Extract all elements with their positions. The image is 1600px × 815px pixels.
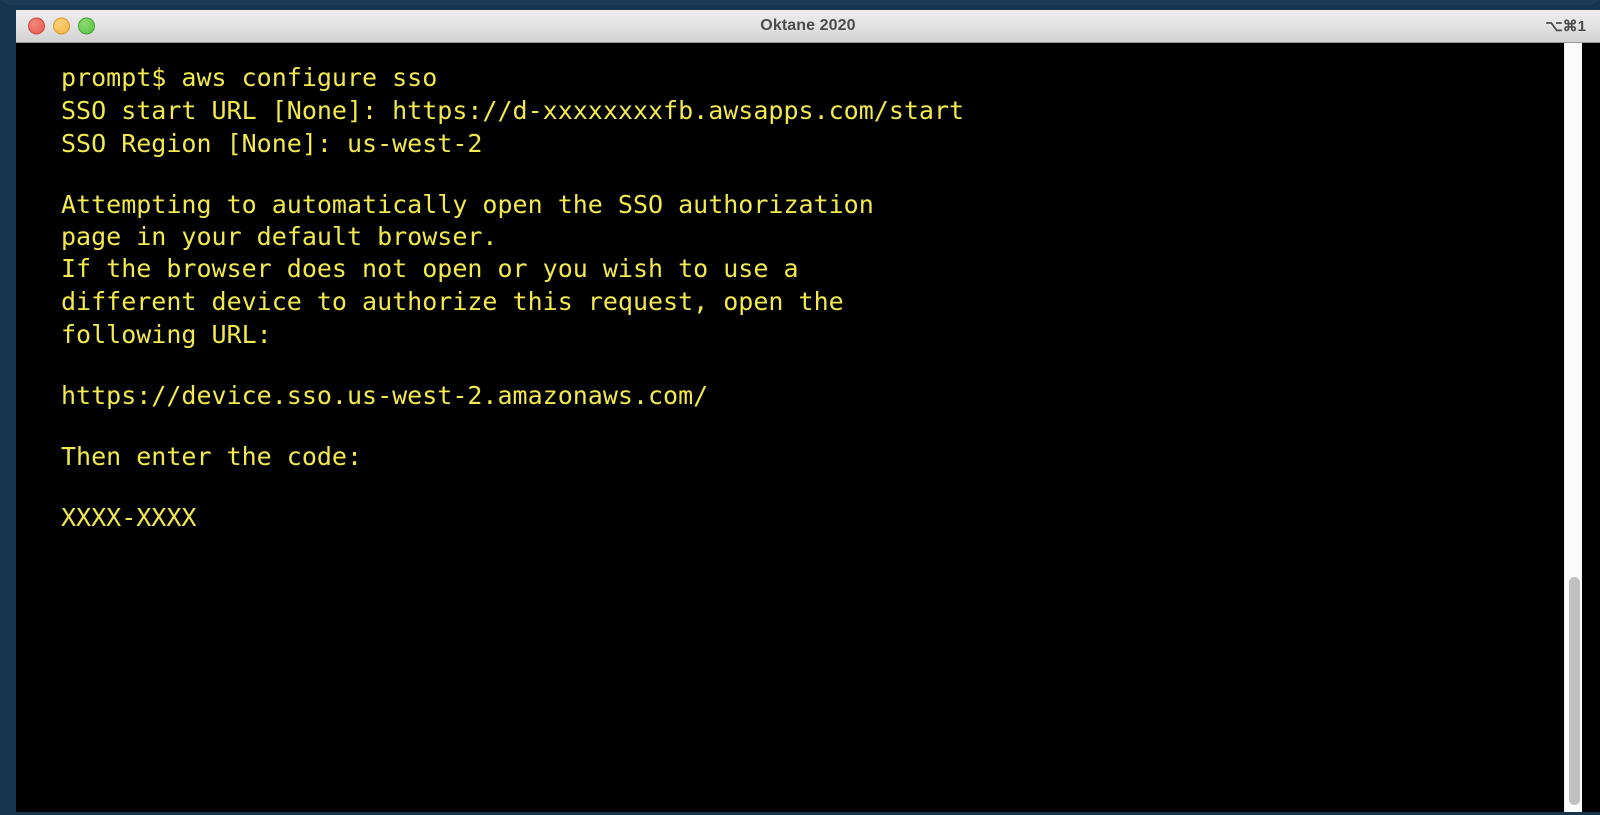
- terminal-line: page in your default browser.: [61, 222, 498, 251]
- terminal-text-buffer: prompt$ aws configure sso SSO start URL …: [61, 43, 1570, 534]
- window-shortcut-label: ⌥⌘1: [1545, 18, 1586, 35]
- terminal-line: SSO Region [None]: us-west-2: [61, 129, 483, 158]
- vertical-scrollbar[interactable]: [1564, 43, 1582, 812]
- terminal-line: Then enter the code:: [61, 442, 363, 471]
- terminal-line: following URL:: [61, 320, 272, 349]
- terminal-line: different device to authorize this reque…: [61, 287, 844, 316]
- terminal-line: prompt$ aws configure sso: [61, 63, 438, 92]
- window-title: Oktane 2020: [760, 17, 856, 34]
- scrollbar-thumb[interactable]: [1569, 577, 1580, 805]
- window-titlebar[interactable]: Oktane 2020 ⌥⌘1: [16, 10, 1600, 43]
- terminal-line: If the browser does not open or you wish…: [61, 254, 799, 283]
- terminal-output-area[interactable]: prompt$ aws configure sso SSO start URL …: [16, 43, 1600, 812]
- terminal-line: SSO start URL [None]: https://d-xxxxxxxx…: [61, 96, 965, 125]
- terminal-line: https://device.sso.us-west-2.amazonaws.c…: [61, 381, 709, 410]
- terminal-window: Oktane 2020 ⌥⌘1 prompt$ aws configure ss…: [0, 0, 1600, 815]
- terminal-line: Attempting to automatically open the SSO…: [61, 190, 874, 219]
- terminal-line: XXXX-XXXX: [61, 503, 197, 532]
